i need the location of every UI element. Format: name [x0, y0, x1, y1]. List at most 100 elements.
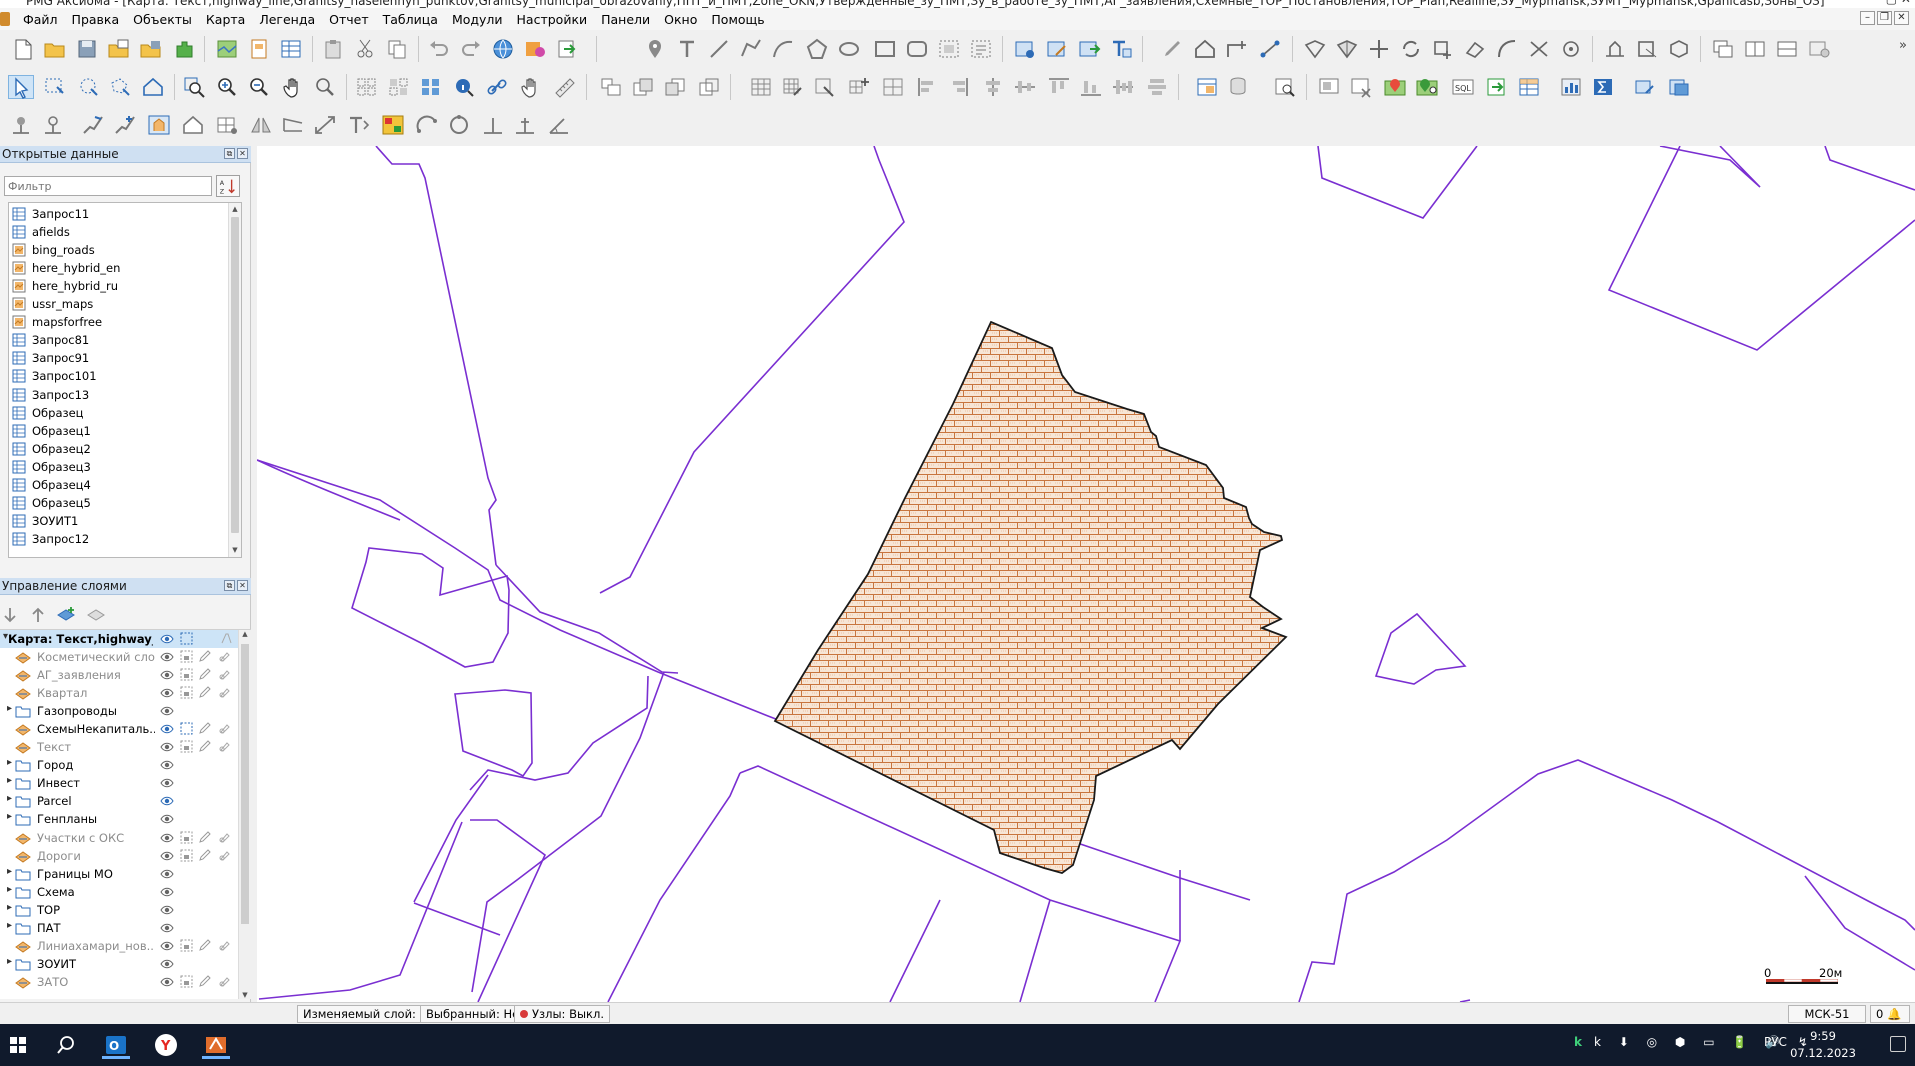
menu-panels[interactable]: Панели	[594, 12, 657, 27]
edit-pencil-icon[interactable]	[198, 830, 211, 844]
lock-select-icon[interactable]	[180, 831, 193, 844]
map-node[interactable]: ▾ Карта: Текст,highway_li...	[0, 630, 238, 648]
cloud-icon[interactable]	[1632, 75, 1658, 99]
zoom-extent-icon[interactable]	[312, 75, 338, 99]
grid-tag-icon[interactable]	[812, 75, 838, 99]
scroll-down-icon[interactable]: ▼	[229, 544, 241, 557]
window-controls[interactable]: — ▢ ✕	[1870, 0, 1911, 6]
open-data-scrollbar[interactable]: ▲ ▼	[228, 203, 241, 557]
rectangle-tool-icon[interactable]	[872, 37, 898, 61]
pencil-icon[interactable]	[1160, 37, 1186, 61]
save-icon[interactable]	[74, 37, 100, 61]
label-icon[interactable]	[218, 831, 231, 844]
globe-icon[interactable]	[490, 37, 516, 61]
open-data-item[interactable]: Запрос11	[9, 205, 229, 223]
snap-icon[interactable]	[1602, 37, 1628, 61]
remove-layer-icon[interactable]	[86, 605, 106, 625]
expand-icon[interactable]: ▸	[7, 757, 12, 768]
table-view-icon[interactable]	[1194, 75, 1220, 99]
perpendicular-icon[interactable]	[480, 113, 506, 137]
center-icon[interactable]	[1558, 37, 1584, 61]
vertex-add-icon[interactable]	[112, 113, 138, 137]
align-middle-icon[interactable]	[1110, 75, 1136, 99]
drag-tool-icon[interactable]	[518, 75, 544, 99]
menu-report[interactable]: Отчет	[322, 12, 375, 27]
smooth-icon[interactable]	[1494, 37, 1520, 61]
align-bottom-icon[interactable]	[1078, 75, 1104, 99]
open-data-item[interactable]: here_hybrid_en	[9, 259, 229, 277]
layer-row[interactable]: Квартал	[0, 684, 238, 702]
expand-icon[interactable]: ▸	[7, 884, 12, 895]
open-data-item[interactable]: Образец	[9, 404, 229, 422]
visibility-eye-icon[interactable]	[160, 832, 174, 844]
vertex-move-icon[interactable]	[80, 113, 106, 137]
open-data-item[interactable]: Запрос81	[9, 331, 229, 349]
selected-parcel[interactable]	[773, 320, 1288, 874]
window-arrange-icon[interactable]	[1774, 37, 1800, 61]
import-icon[interactable]	[554, 37, 580, 61]
menu-settings[interactable]: Настройки	[510, 12, 595, 27]
visibility-eye-icon[interactable]	[160, 958, 174, 970]
point-icon[interactable]	[642, 37, 668, 61]
lock-select-icon[interactable]	[180, 668, 193, 681]
expand-icon[interactable]: ▸	[7, 775, 12, 786]
ruler-icon[interactable]	[552, 75, 578, 99]
grid-cross-icon[interactable]	[880, 75, 906, 99]
radius-select-icon[interactable]	[76, 75, 102, 99]
undo-icon[interactable]	[426, 37, 452, 61]
rect-select-icon[interactable]	[42, 75, 68, 99]
lock-select-icon[interactable]	[180, 975, 193, 988]
visibility-eye-icon[interactable]	[160, 705, 174, 717]
outlook-icon[interactable]: O	[102, 1031, 130, 1059]
yandex-browser-icon[interactable]: Y	[152, 1031, 180, 1059]
send-back-icon[interactable]	[662, 75, 688, 99]
text-rotate-icon[interactable]	[346, 113, 372, 137]
sort-button[interactable]: AZ	[216, 175, 240, 197]
edit-pencil-icon[interactable]	[198, 668, 211, 681]
open-data-item[interactable]: Образец3	[9, 458, 229, 476]
mdi-restore-button[interactable]: ❐	[1877, 11, 1892, 25]
align-icon[interactable]	[598, 75, 624, 99]
vector-dir-icon[interactable]	[280, 113, 306, 137]
visibility-eye-icon[interactable]	[160, 886, 174, 898]
arc-edit-icon[interactable]	[414, 113, 440, 137]
menu-modules[interactable]: Модули	[445, 12, 510, 27]
layer-row[interactable]: ▸ Город	[0, 756, 238, 774]
open-data-item[interactable]: Запрос91	[9, 349, 229, 367]
edit-pencil-icon[interactable]	[198, 686, 211, 699]
combine-icon[interactable]	[1302, 37, 1328, 61]
lock-select-icon[interactable]	[180, 686, 193, 699]
visibility-eye-icon[interactable]	[160, 669, 174, 681]
layer-row[interactable]: ▸ ТОР	[0, 901, 238, 919]
buffer-icon[interactable]	[1430, 37, 1456, 61]
text-tool-icon[interactable]	[674, 37, 700, 61]
edit-pencil-icon[interactable]	[198, 650, 211, 663]
label-icon[interactable]	[218, 975, 231, 988]
save-workspace-icon[interactable]	[138, 37, 164, 61]
align-center-icon[interactable]	[980, 75, 1006, 99]
open-data-item[interactable]: afields	[9, 223, 229, 241]
layer-row[interactable]: ▸ Границы МО	[0, 865, 238, 883]
layout-icon[interactable]	[1316, 75, 1342, 99]
layer-tree-scrollbar[interactable]: ▲ ▼	[238, 630, 251, 999]
open-data-item[interactable]: Запрос101	[9, 367, 229, 385]
grid-edit-icon[interactable]	[780, 75, 806, 99]
window-cascade-icon[interactable]	[1710, 37, 1736, 61]
scroll-up-icon[interactable]: ▲	[229, 203, 241, 216]
angle-icon[interactable]	[546, 113, 572, 137]
visibility-eye-icon[interactable]	[160, 777, 174, 789]
move-layer-up-icon[interactable]	[28, 605, 48, 625]
visibility-eye-icon[interactable]	[160, 850, 174, 862]
move-layer-down-icon[interactable]	[0, 605, 20, 625]
add-node-icon[interactable]	[1224, 37, 1250, 61]
snap-node-icon[interactable]	[8, 113, 34, 137]
zoom-in-icon[interactable]	[214, 75, 240, 99]
visibility-eye-icon[interactable]	[160, 976, 174, 988]
new-map-icon[interactable]	[214, 37, 240, 61]
layer-row[interactable]: ЗАТО	[0, 973, 238, 991]
map-info-icon[interactable]	[1012, 37, 1038, 61]
label-icon[interactable]	[220, 632, 233, 645]
report-search-icon[interactable]	[1272, 75, 1298, 99]
cut-icon[interactable]	[352, 37, 378, 61]
snap-center-icon[interactable]	[40, 113, 66, 137]
